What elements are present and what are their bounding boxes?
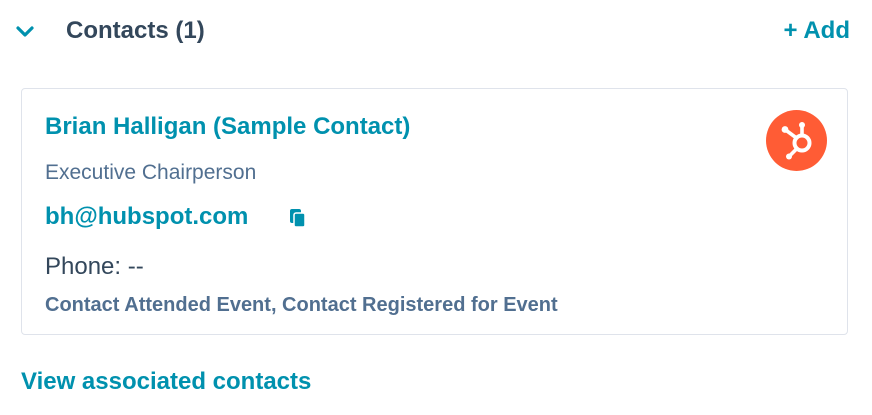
- contacts-section-header: Contacts (1) + Add: [0, 0, 872, 64]
- add-contact-button[interactable]: + Add: [784, 15, 850, 47]
- contact-phone: Phone: --: [45, 253, 144, 280]
- contact-card: Brian Halligan (Sample Contact) Executiv…: [21, 88, 848, 335]
- contact-email-link[interactable]: bh@hubspot.com: [45, 201, 248, 233]
- contact-name-link[interactable]: Brian Halligan (Sample Contact): [45, 111, 410, 143]
- copy-icon[interactable]: [288, 207, 308, 229]
- contact-event-tags: Contact Attended Event, Contact Register…: [45, 294, 558, 316]
- section-title: Contacts (1): [66, 17, 205, 44]
- view-associated-contacts-link[interactable]: View associated contacts: [21, 366, 311, 398]
- contact-job-title: Executive Chairperson: [45, 161, 257, 184]
- chevron-down-icon[interactable]: [14, 20, 36, 42]
- hubspot-sprocket-icon: [766, 110, 827, 171]
